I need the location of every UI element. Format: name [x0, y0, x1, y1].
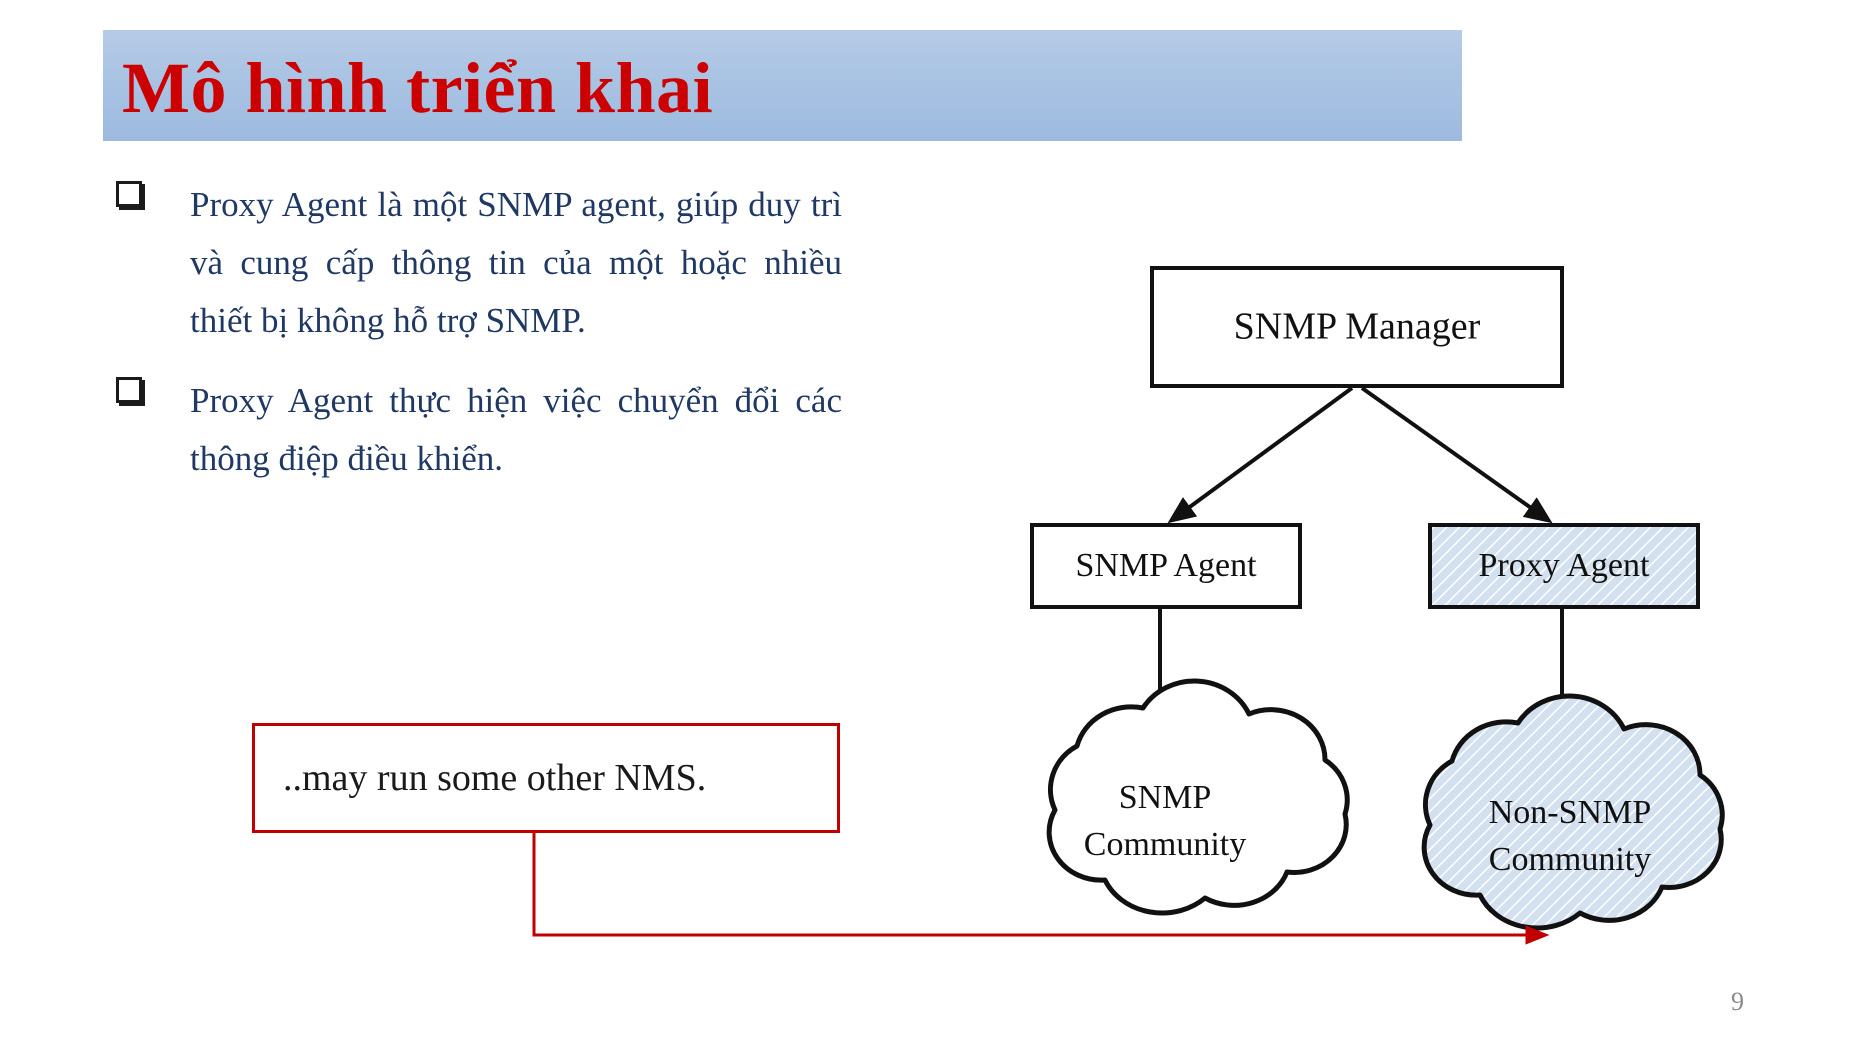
bullet-text: Proxy Agent là một SNMP agent, giúp duy … — [190, 185, 842, 340]
node-label-snmp-community-line2: Community — [1084, 826, 1246, 863]
node-proxy-agent: Proxy Agent — [1428, 523, 1700, 609]
edge-manager-to-snmp-agent — [1167, 386, 1354, 524]
callout-connector-arrow — [532, 833, 1550, 945]
page-number: 9 — [1731, 987, 1744, 1016]
list-item: Proxy Agent thực hiện việc chuyển đổi cá… — [112, 372, 842, 488]
callout-box: ..may run some other NMS. — [252, 723, 840, 833]
node-label-proxy-agent: Proxy Agent — [1479, 547, 1651, 584]
node-snmp-community-cloud: SNMP Community — [1046, 678, 1350, 916]
node-snmp-manager: SNMP Manager — [1150, 266, 1564, 388]
callout-text: ..may run some other NMS. — [283, 757, 707, 799]
node-label-non-snmp-community-line1: Non-SNMP — [1489, 794, 1651, 831]
slide-canvas: Mô hình triển khai Proxy Agent là một SN… — [0, 0, 1866, 1049]
edge-manager-to-proxy-agent — [1360, 386, 1553, 524]
bullet-list: Proxy Agent là một SNMP agent, giúp duy … — [112, 176, 842, 510]
node-snmp-agent: SNMP Agent — [1030, 523, 1302, 609]
node-non-snmp-community-cloud: Non-SNMP Community — [1421, 693, 1725, 931]
node-label-snmp-manager: SNMP Manager — [1234, 306, 1481, 348]
page-title: Mô hình triển khai — [122, 48, 714, 128]
square-bullet-icon — [116, 377, 142, 403]
node-label-snmp-community-line1: SNMP — [1119, 779, 1212, 816]
node-label-snmp-agent: SNMP Agent — [1075, 547, 1257, 584]
deployment-diagram: SNMP Manager SNMP Agent Proxy Agent SNMP… — [532, 266, 1725, 945]
square-bullet-icon — [116, 181, 142, 207]
bullet-text: Proxy Agent thực hiện việc chuyển đổi cá… — [190, 381, 842, 478]
node-label-non-snmp-community-line2: Community — [1489, 841, 1651, 878]
list-item: Proxy Agent là một SNMP agent, giúp duy … — [112, 176, 842, 350]
